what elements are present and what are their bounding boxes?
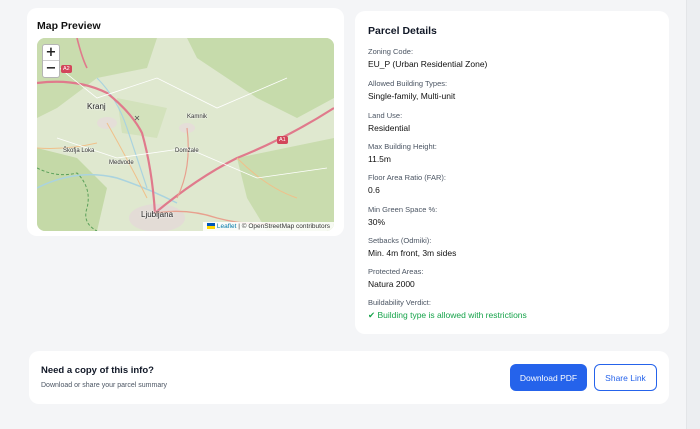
field-protected-areas: Protected Areas: Natura 2000 [368,267,423,290]
map-attribution: Leaflet | © OpenStreetMap contributors [202,222,334,231]
map-label-kranj: Kranj [87,102,106,111]
map-preview-card: Map Preview Kranj Škofja Loka Medvode Ka… [27,8,344,236]
field-label: Land Use: [368,111,403,120]
field-zoning-code: Zoning Code: EU_P (Urban Residential Zon… [368,47,487,70]
download-pdf-button[interactable]: Download PDF [510,364,587,391]
field-label: Setbacks (Odmiki): [368,236,432,245]
map-label-domzale: Domžale [175,148,199,154]
field-value: EU_P (Urban Residential Zone) [368,59,488,69]
copy-info-title: Need a copy of this info? [41,365,154,376]
field-label: Floor Area Ratio (FAR): [368,173,446,182]
field-value: Single-family, Multi-unit [368,91,456,101]
field-min-green-space: Min Green Space %: 30% [368,205,437,228]
share-link-button[interactable]: Share Link [594,364,657,391]
leaflet-link[interactable]: Leaflet [217,223,237,230]
road-shield-a1: A1 [277,136,288,144]
map-label-skofja-loka: Škofja Loka [63,148,95,154]
copy-info-subtitle: Download or share your parcel summary [41,382,168,389]
osm-link[interactable]: OpenStreetMap contributors [248,223,330,230]
field-value: 30% [368,217,386,227]
field-value: Min. 4m front, 3m sides [368,248,457,258]
verdict-value: ✔ Building type is allowed with restrict… [368,310,527,320]
field-label: Zoning Code: [368,47,414,56]
field-setbacks: Setbacks (Odmiki): Min. 4m front, 3m sid… [368,236,456,259]
field-buildability-verdict: Buildability Verdict: ✔ Building type is… [368,298,527,321]
field-value: 0.6 [368,185,380,195]
field-label: Buildability Verdict: [368,298,431,307]
field-max-building-height: Max Building Height: 11.5m [368,142,437,165]
road-shield-a2: A2 [61,65,72,73]
zoom-in-button[interactable]: + [43,45,59,61]
field-label: Allowed Building Types: [368,79,448,88]
field-land-use: Land Use: Residential [368,111,410,134]
map-view[interactable]: Kranj Škofja Loka Medvode Kamnik Domžale… [37,38,334,231]
ukraine-flag-icon [206,223,215,229]
field-value: Residential [368,123,411,133]
attribution-separator: | © [236,223,249,230]
zoom-control: + − [42,44,60,78]
field-value: 11.5m [368,154,391,164]
map-preview-title: Map Preview [37,20,101,32]
field-label: Protected Areas: [368,267,424,276]
map-label-ljubljana: Ljubljana [141,210,174,219]
map-tiles [37,38,334,231]
window-edge [686,0,700,429]
parcel-details-card: Parcel Details Zoning Code: EU_P (Urban … [355,11,669,334]
field-floor-area-ratio: Floor Area Ratio (FAR): 0.6 [368,173,446,196]
map-label-kamnik: Kamnik [187,114,208,120]
field-label: Max Building Height: [368,142,437,151]
field-value: Natura 2000 [368,279,415,289]
copy-info-card: Need a copy of this info? Download or sh… [29,351,669,404]
map-label-medvode: Medvode [109,160,134,166]
field-allowed-building-types: Allowed Building Types: Single-family, M… [368,79,455,102]
zoom-out-button[interactable]: − [43,61,59,77]
field-label: Min Green Space %: [368,205,438,214]
parcel-details-title: Parcel Details [368,25,437,37]
